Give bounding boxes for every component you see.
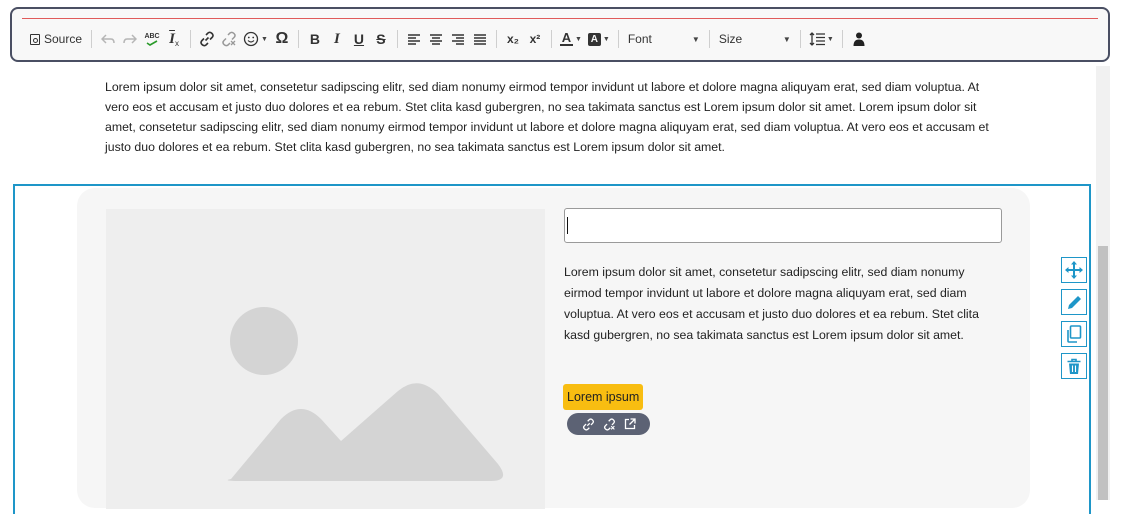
unlink-icon — [222, 31, 236, 47]
link-button[interactable] — [196, 28, 218, 50]
align-center-button[interactable] — [425, 28, 447, 50]
edit-icon — [1067, 295, 1081, 309]
link-toolbar — [567, 413, 650, 435]
font-select-label: Font — [627, 32, 652, 46]
redo-button[interactable] — [119, 28, 141, 50]
undo-button[interactable] — [97, 28, 119, 50]
emoji-button[interactable]: ▼ — [240, 28, 271, 50]
toolbar-separator — [396, 30, 398, 48]
duplicate-button[interactable] — [1061, 321, 1087, 347]
link-icon — [582, 417, 594, 431]
open-external-icon — [624, 418, 636, 430]
line-height-button[interactable]: ▼ — [806, 28, 837, 50]
editor-content[interactable]: Lorem ipsum dolor sit amet, consetetur s… — [0, 66, 1124, 514]
strikethrough-button[interactable]: S — [370, 28, 392, 50]
justify-icon — [473, 33, 486, 45]
text-color-icon: A — [559, 30, 573, 46]
superscript-button[interactable]: x² — [524, 28, 546, 50]
image-icon — [227, 307, 504, 481]
title-input[interactable] — [564, 208, 1002, 243]
open-link-button[interactable] — [624, 418, 636, 430]
chevron-down-icon: ▼ — [574, 35, 582, 43]
spellcheck-button[interactable]: ABC — [141, 28, 163, 50]
special-char-icon: Ω — [275, 30, 289, 47]
chevron-down-icon: ▼ — [261, 35, 268, 43]
chevron-down-icon: ▼ — [826, 35, 834, 43]
toolbar-separator — [190, 30, 192, 48]
delete-button[interactable] — [1061, 353, 1087, 379]
user-button[interactable] — [848, 28, 870, 50]
toolbar-accent-line — [22, 18, 1098, 19]
underline-button[interactable]: U — [348, 28, 370, 50]
align-left-icon — [407, 33, 420, 45]
move-button[interactable] — [1061, 257, 1087, 283]
scrollbar-thumb[interactable] — [1098, 246, 1108, 500]
chevron-down-icon: ▼ — [602, 35, 610, 43]
line-height-icon — [809, 32, 825, 46]
user-icon — [853, 32, 865, 46]
editor-toolbar: Source ABC Ix ▼ Ω B I U S x₂ x² A ▼ A ▼ … — [10, 7, 1110, 62]
text-color-button[interactable]: A ▼ — [557, 28, 585, 50]
align-right-icon — [451, 33, 464, 45]
card-text[interactable]: Lorem ipsum dolor sit amet, consetetur s… — [564, 262, 1004, 346]
emoji-icon — [243, 31, 259, 47]
link-icon — [200, 31, 214, 47]
remove-format-button[interactable]: Ix — [163, 28, 185, 50]
cta-button[interactable]: Lorem ipsum — [563, 384, 644, 410]
align-left-button[interactable] — [403, 28, 425, 50]
remove-format-icon: Ix — [169, 31, 179, 48]
underline-icon: U — [353, 31, 365, 47]
font-select[interactable]: Font ▼ — [624, 29, 704, 49]
background-color-button[interactable]: A ▼ — [585, 28, 613, 50]
size-select-label: Size — [718, 32, 743, 46]
edit-button[interactable] — [1061, 289, 1087, 315]
align-center-icon — [429, 33, 442, 45]
text-caret — [567, 217, 568, 234]
duplicate-icon — [1067, 325, 1082, 343]
undo-icon — [101, 34, 115, 44]
unlink-button[interactable] — [603, 417, 616, 431]
align-right-button[interactable] — [447, 28, 469, 50]
italic-button[interactable]: I — [326, 28, 348, 50]
source-icon — [30, 33, 40, 45]
widget-tools — [1061, 257, 1089, 385]
chevron-down-icon: ▼ — [691, 34, 700, 44]
body-paragraph[interactable]: Lorem ipsum dolor sit amet, consetetur s… — [105, 77, 1005, 157]
unlink-icon — [603, 417, 615, 431]
chevron-down-icon: ▼ — [782, 34, 791, 44]
unlink-button[interactable] — [218, 28, 240, 50]
toolbar-separator — [297, 30, 299, 48]
move-icon — [1065, 261, 1083, 279]
subscript-button[interactable]: x₂ — [502, 28, 524, 50]
toolbar-separator — [550, 30, 552, 48]
selected-widget[interactable]: Lorem ipsum dolor sit amet, consetetur s… — [13, 184, 1091, 514]
bold-button[interactable]: B — [304, 28, 326, 50]
source-label: Source — [44, 32, 83, 46]
bold-icon: B — [309, 31, 321, 47]
spellcheck-icon: ABC — [144, 33, 160, 46]
toolbar-separator — [91, 30, 93, 48]
superscript-icon: x² — [529, 32, 541, 46]
content-card: Lorem ipsum dolor sit amet, consetetur s… — [77, 188, 1030, 509]
image-placeholder[interactable] — [106, 209, 545, 509]
background-color-icon: A — [587, 32, 601, 46]
toolbar-separator — [708, 30, 710, 48]
italic-icon: I — [334, 30, 340, 47]
source-button[interactable]: Source — [26, 28, 86, 50]
toolbar-separator — [841, 30, 843, 48]
justify-button[interactable] — [469, 28, 491, 50]
size-select[interactable]: Size ▼ — [715, 29, 795, 49]
toolbar-row: Source ABC Ix ▼ Ω B I U S x₂ x² A ▼ A ▼ … — [26, 28, 870, 50]
toolbar-separator — [617, 30, 619, 48]
toolbar-separator — [495, 30, 497, 48]
redo-icon — [123, 34, 138, 44]
edit-link-button[interactable] — [582, 417, 595, 431]
strikethrough-icon: S — [376, 31, 386, 47]
special-char-button[interactable]: Ω — [271, 28, 293, 50]
toolbar-separator — [799, 30, 801, 48]
subscript-icon: x₂ — [506, 32, 519, 46]
delete-icon — [1067, 358, 1081, 374]
